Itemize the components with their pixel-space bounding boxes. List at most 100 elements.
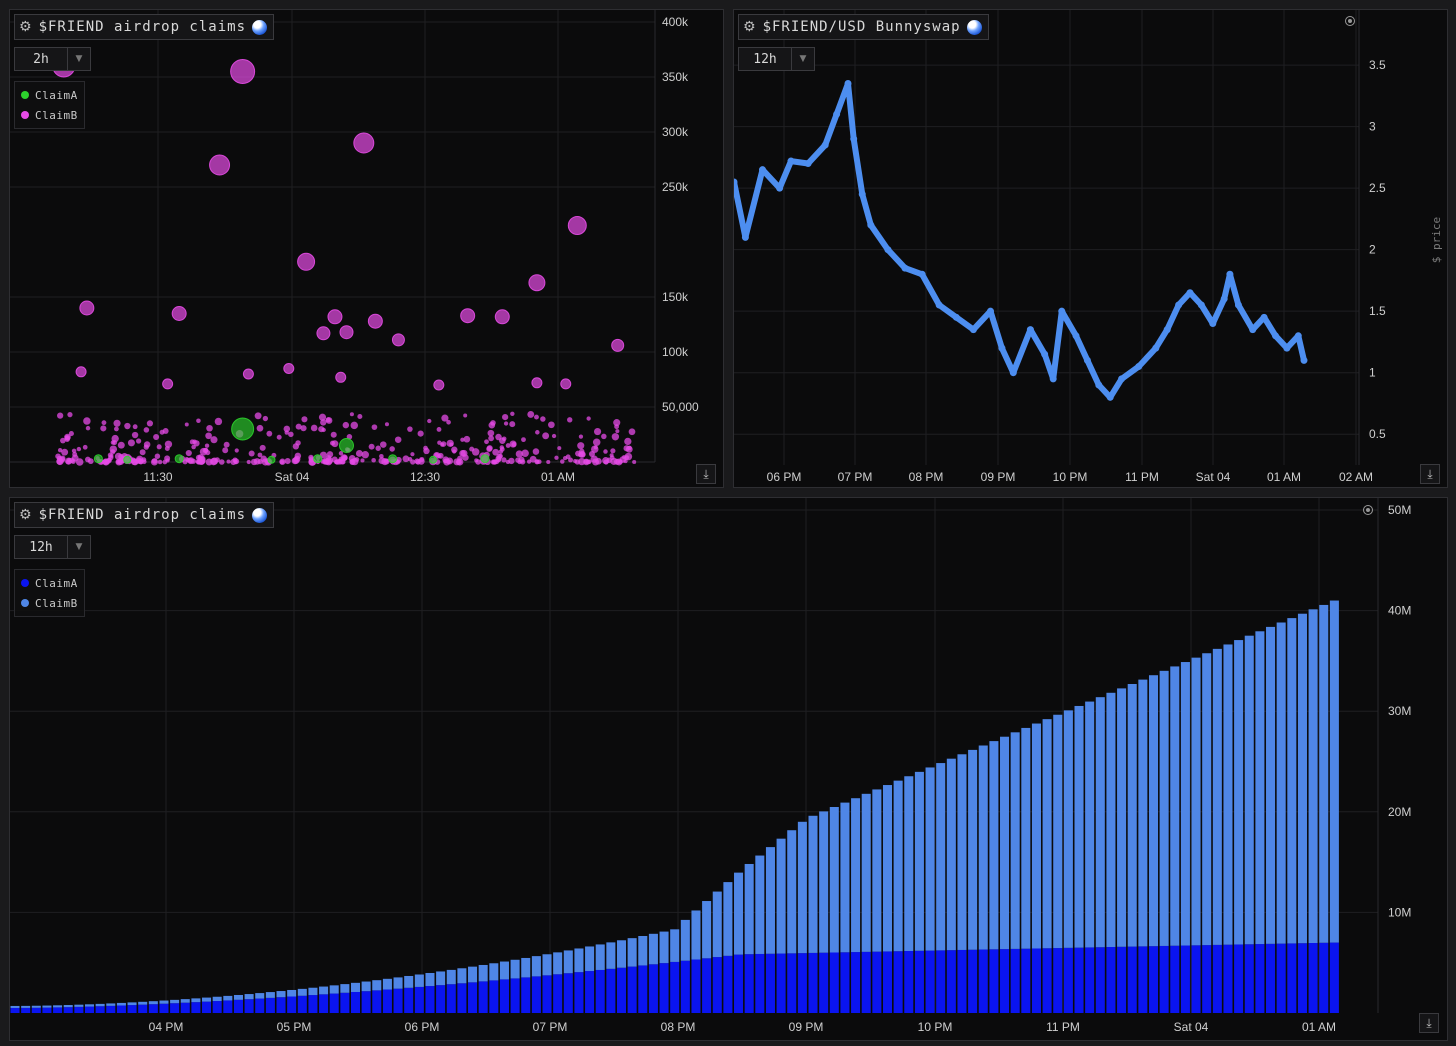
price-point [952, 313, 960, 321]
claimb-point [135, 438, 142, 444]
download-icon[interactable]: ⤓ [696, 464, 716, 484]
gear-icon[interactable]: ⚙ [19, 507, 33, 523]
claimb-point [498, 449, 504, 454]
claimb-point [540, 416, 546, 422]
panel-title[interactable]: ⚙ $FRIEND airdrop claims [14, 502, 274, 528]
gear-icon[interactable]: ⚙ [19, 19, 33, 35]
claimb-point [141, 459, 147, 465]
legend-item[interactable]: ClaimB [21, 105, 78, 125]
claimb-point [446, 457, 454, 465]
claima-bar [446, 984, 456, 1013]
claimb-bar [21, 1005, 31, 1008]
price-point [1135, 363, 1143, 371]
claima-bar [936, 950, 946, 1013]
legend-item[interactable]: ClaimB [21, 593, 78, 613]
claimb-bar [861, 793, 871, 952]
claimb-point [242, 368, 254, 380]
claima-bar [1276, 943, 1286, 1013]
claimb-point [190, 458, 197, 464]
claimb-point [171, 306, 187, 321]
claimb-point [209, 154, 231, 176]
download-icon[interactable]: ⤓ [1419, 1013, 1439, 1033]
timeframe-value: 12h [753, 51, 777, 67]
claimb-bar [1031, 723, 1041, 949]
x-tick-label: 12:30 [410, 470, 440, 484]
claima-point [267, 455, 276, 464]
claima-bar [212, 1001, 222, 1013]
claimb-point [528, 274, 546, 292]
claimb-bar [946, 758, 956, 951]
claimb-point [501, 457, 507, 463]
chevron-down-icon[interactable]: ▼ [67, 48, 90, 70]
claimb-point [204, 443, 210, 448]
claimb-point [623, 445, 630, 452]
legend-item[interactable]: ClaimA [21, 573, 78, 593]
legend-item[interactable]: ClaimA [21, 85, 78, 105]
price-point [987, 307, 994, 315]
claima-bar [989, 949, 999, 1013]
claimb-point [603, 449, 608, 454]
claima-bar [265, 997, 275, 1013]
claima-bar [702, 958, 712, 1013]
claima-bar [776, 953, 786, 1013]
claimb-point [350, 421, 359, 430]
claimb-point [367, 313, 383, 329]
x-tick-label: Sat 04 [1196, 470, 1231, 484]
claimb-point [474, 458, 479, 463]
claimb-bar [1063, 710, 1073, 948]
x-tick-label: Sat 04 [1174, 1020, 1209, 1034]
claima-bar [1042, 948, 1052, 1013]
claimb-point [407, 426, 413, 432]
claima-bar [1138, 946, 1148, 1013]
timeframe-select[interactable]: 12h ▼ [738, 47, 815, 71]
claima-bar [1234, 944, 1244, 1013]
download-icon[interactable]: ⤓ [1420, 464, 1440, 484]
claimb-bar [84, 1004, 95, 1007]
price-point [1300, 356, 1308, 364]
timeframe-select[interactable]: 12h ▼ [14, 535, 91, 559]
claima-bar [1159, 945, 1169, 1013]
claimb-point [394, 436, 402, 443]
legend-color-dot [21, 599, 29, 607]
claimb-bar [957, 754, 967, 950]
claimb-bar [1106, 692, 1116, 948]
claima-bar [106, 1005, 116, 1013]
panel-title[interactable]: ⚙ $FRIEND airdrop claims [14, 14, 274, 40]
y-tick-label: 30M [1388, 704, 1411, 718]
timeframe-select[interactable]: 2h ▼ [14, 47, 91, 71]
claima-bar [244, 999, 254, 1013]
claimb-bar [1276, 622, 1286, 944]
claima-bar [1308, 943, 1318, 1013]
claimb-point [111, 434, 119, 443]
claima-bar [670, 961, 680, 1013]
claimb-point [308, 454, 314, 461]
claima-bar [882, 951, 893, 1013]
claima-bar [159, 1003, 169, 1013]
price-point [1226, 270, 1234, 278]
claimb-bar [265, 992, 275, 998]
price-point [884, 246, 892, 254]
x-tick-label: 04 PM [149, 1020, 184, 1034]
claimb-point [611, 433, 620, 441]
claimb-bar [670, 929, 680, 962]
globe-icon [966, 19, 982, 35]
claimb-point [82, 444, 88, 450]
chevron-down-icon[interactable]: ▼ [67, 536, 90, 558]
gear-icon[interactable]: ⚙ [743, 19, 757, 35]
claimb-point [389, 446, 395, 452]
claima-bar [414, 986, 424, 1013]
x-tick-label: 06 PM [767, 470, 802, 484]
target-icon[interactable] [1345, 16, 1355, 26]
x-tick-label: 01 AM [1267, 470, 1301, 484]
target-icon[interactable] [1363, 505, 1373, 515]
claima-bar [489, 980, 499, 1013]
x-tick-label: 01 AM [541, 470, 575, 484]
claimb-point [368, 443, 375, 450]
claima-bar [1329, 942, 1339, 1013]
panel-title-text: $FRIEND airdrop claims [38, 507, 246, 523]
claimb-point [226, 459, 231, 464]
chevron-down-icon[interactable]: ▼ [791, 48, 814, 70]
claimb-bar [1127, 684, 1137, 947]
claimb-bar [244, 994, 254, 1000]
panel-title[interactable]: ⚙ $FRIEND/USD Bunnyswap [738, 14, 989, 40]
